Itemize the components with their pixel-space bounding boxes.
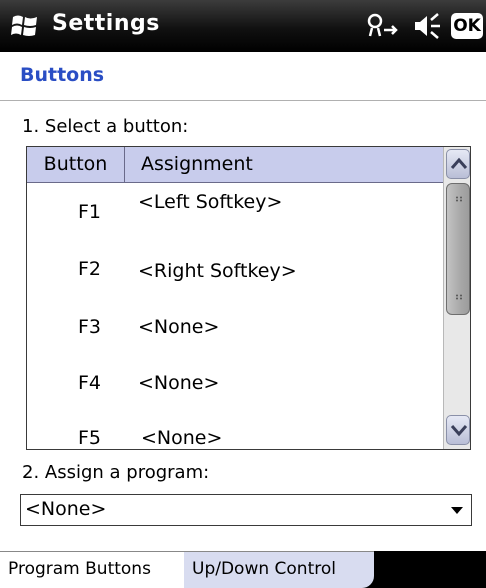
column-header-button[interactable]: Button [27, 147, 125, 182]
row-button: F5 [78, 427, 102, 449]
page-title: Buttons [20, 64, 105, 86]
list-header: Button Assignment [27, 147, 443, 183]
list-item[interactable]: F5 <None> [27, 399, 443, 449]
row-button: F3 [78, 316, 102, 338]
list-item[interactable]: F2 <Right Softkey> [27, 237, 443, 291]
row-button: F2 [78, 258, 102, 280]
assign-program-label: 2. Assign a program: [22, 462, 210, 483]
list-scrollbar[interactable] [443, 147, 470, 449]
select-button-label: 1. Select a button: [22, 116, 189, 137]
chevron-down-icon [450, 425, 468, 437]
row-assignment: <Right Softkey> [138, 260, 297, 282]
list-item[interactable]: F3 <None> [27, 291, 443, 345]
tab-up-down-control[interactable]: Up/Down Control [184, 551, 374, 588]
app-title: Settings [52, 11, 160, 36]
title-bar: Settings OK [0, 0, 486, 52]
row-button: F1 [78, 201, 102, 223]
buttons-list[interactable]: Button Assignment F1 <Left Softkey> F2 <… [26, 146, 471, 450]
program-dropdown[interactable]: <None> [20, 494, 472, 526]
tab-program-buttons[interactable]: Program Buttons [0, 551, 184, 588]
row-assignment: <None> [138, 372, 220, 394]
row-button: F4 [78, 372, 102, 394]
scroll-thumb[interactable] [446, 183, 470, 315]
connectivity-icon[interactable] [366, 12, 400, 40]
windows-start-icon[interactable] [10, 12, 40, 40]
volume-icon[interactable] [412, 12, 442, 40]
list-item[interactable]: F4 <None> [27, 345, 443, 399]
row-assignment: <Left Softkey> [138, 191, 283, 213]
column-header-assignment[interactable]: Assignment [141, 147, 253, 182]
grip-icon [456, 196, 462, 202]
ok-button[interactable]: OK [451, 13, 483, 39]
grip-icon [456, 294, 462, 300]
chevron-up-icon [450, 157, 468, 169]
scroll-up-button[interactable] [446, 149, 470, 179]
title-divider [0, 100, 486, 101]
row-assignment: <None> [138, 316, 220, 338]
row-assignment: <None> [141, 427, 223, 449]
tab-bar: Program Buttons Up/Down Control [0, 551, 486, 588]
list-item[interactable]: F1 <Left Softkey> [27, 183, 443, 237]
dropdown-arrow-icon [451, 507, 463, 514]
program-dropdown-value: <None> [25, 498, 107, 520]
scroll-down-button[interactable] [446, 415, 470, 445]
